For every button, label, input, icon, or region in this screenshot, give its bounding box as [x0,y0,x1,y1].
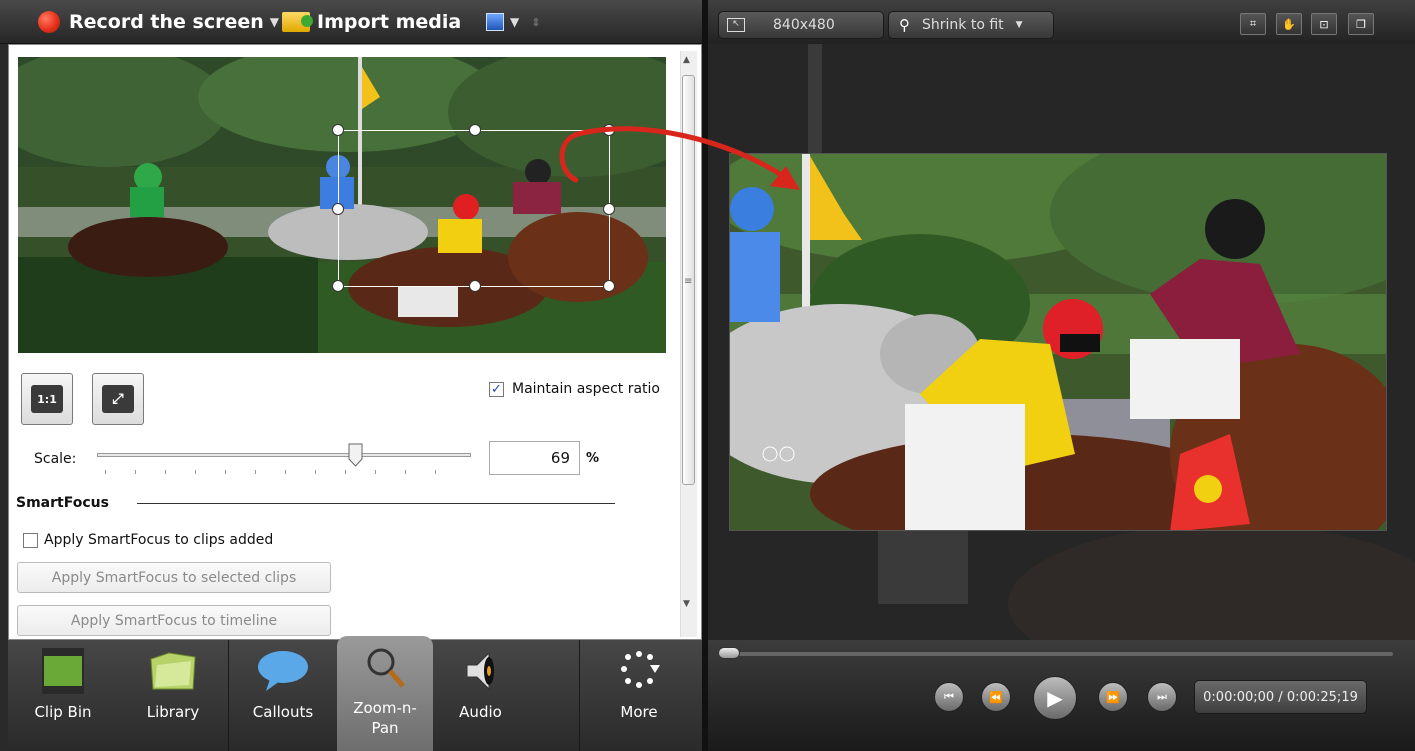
annotation-arrow [559,126,800,190]
camtasia-editor-window: Record the screen ▼ Import media ▼ ⇕ ▲ ≡… [0,0,1415,751]
